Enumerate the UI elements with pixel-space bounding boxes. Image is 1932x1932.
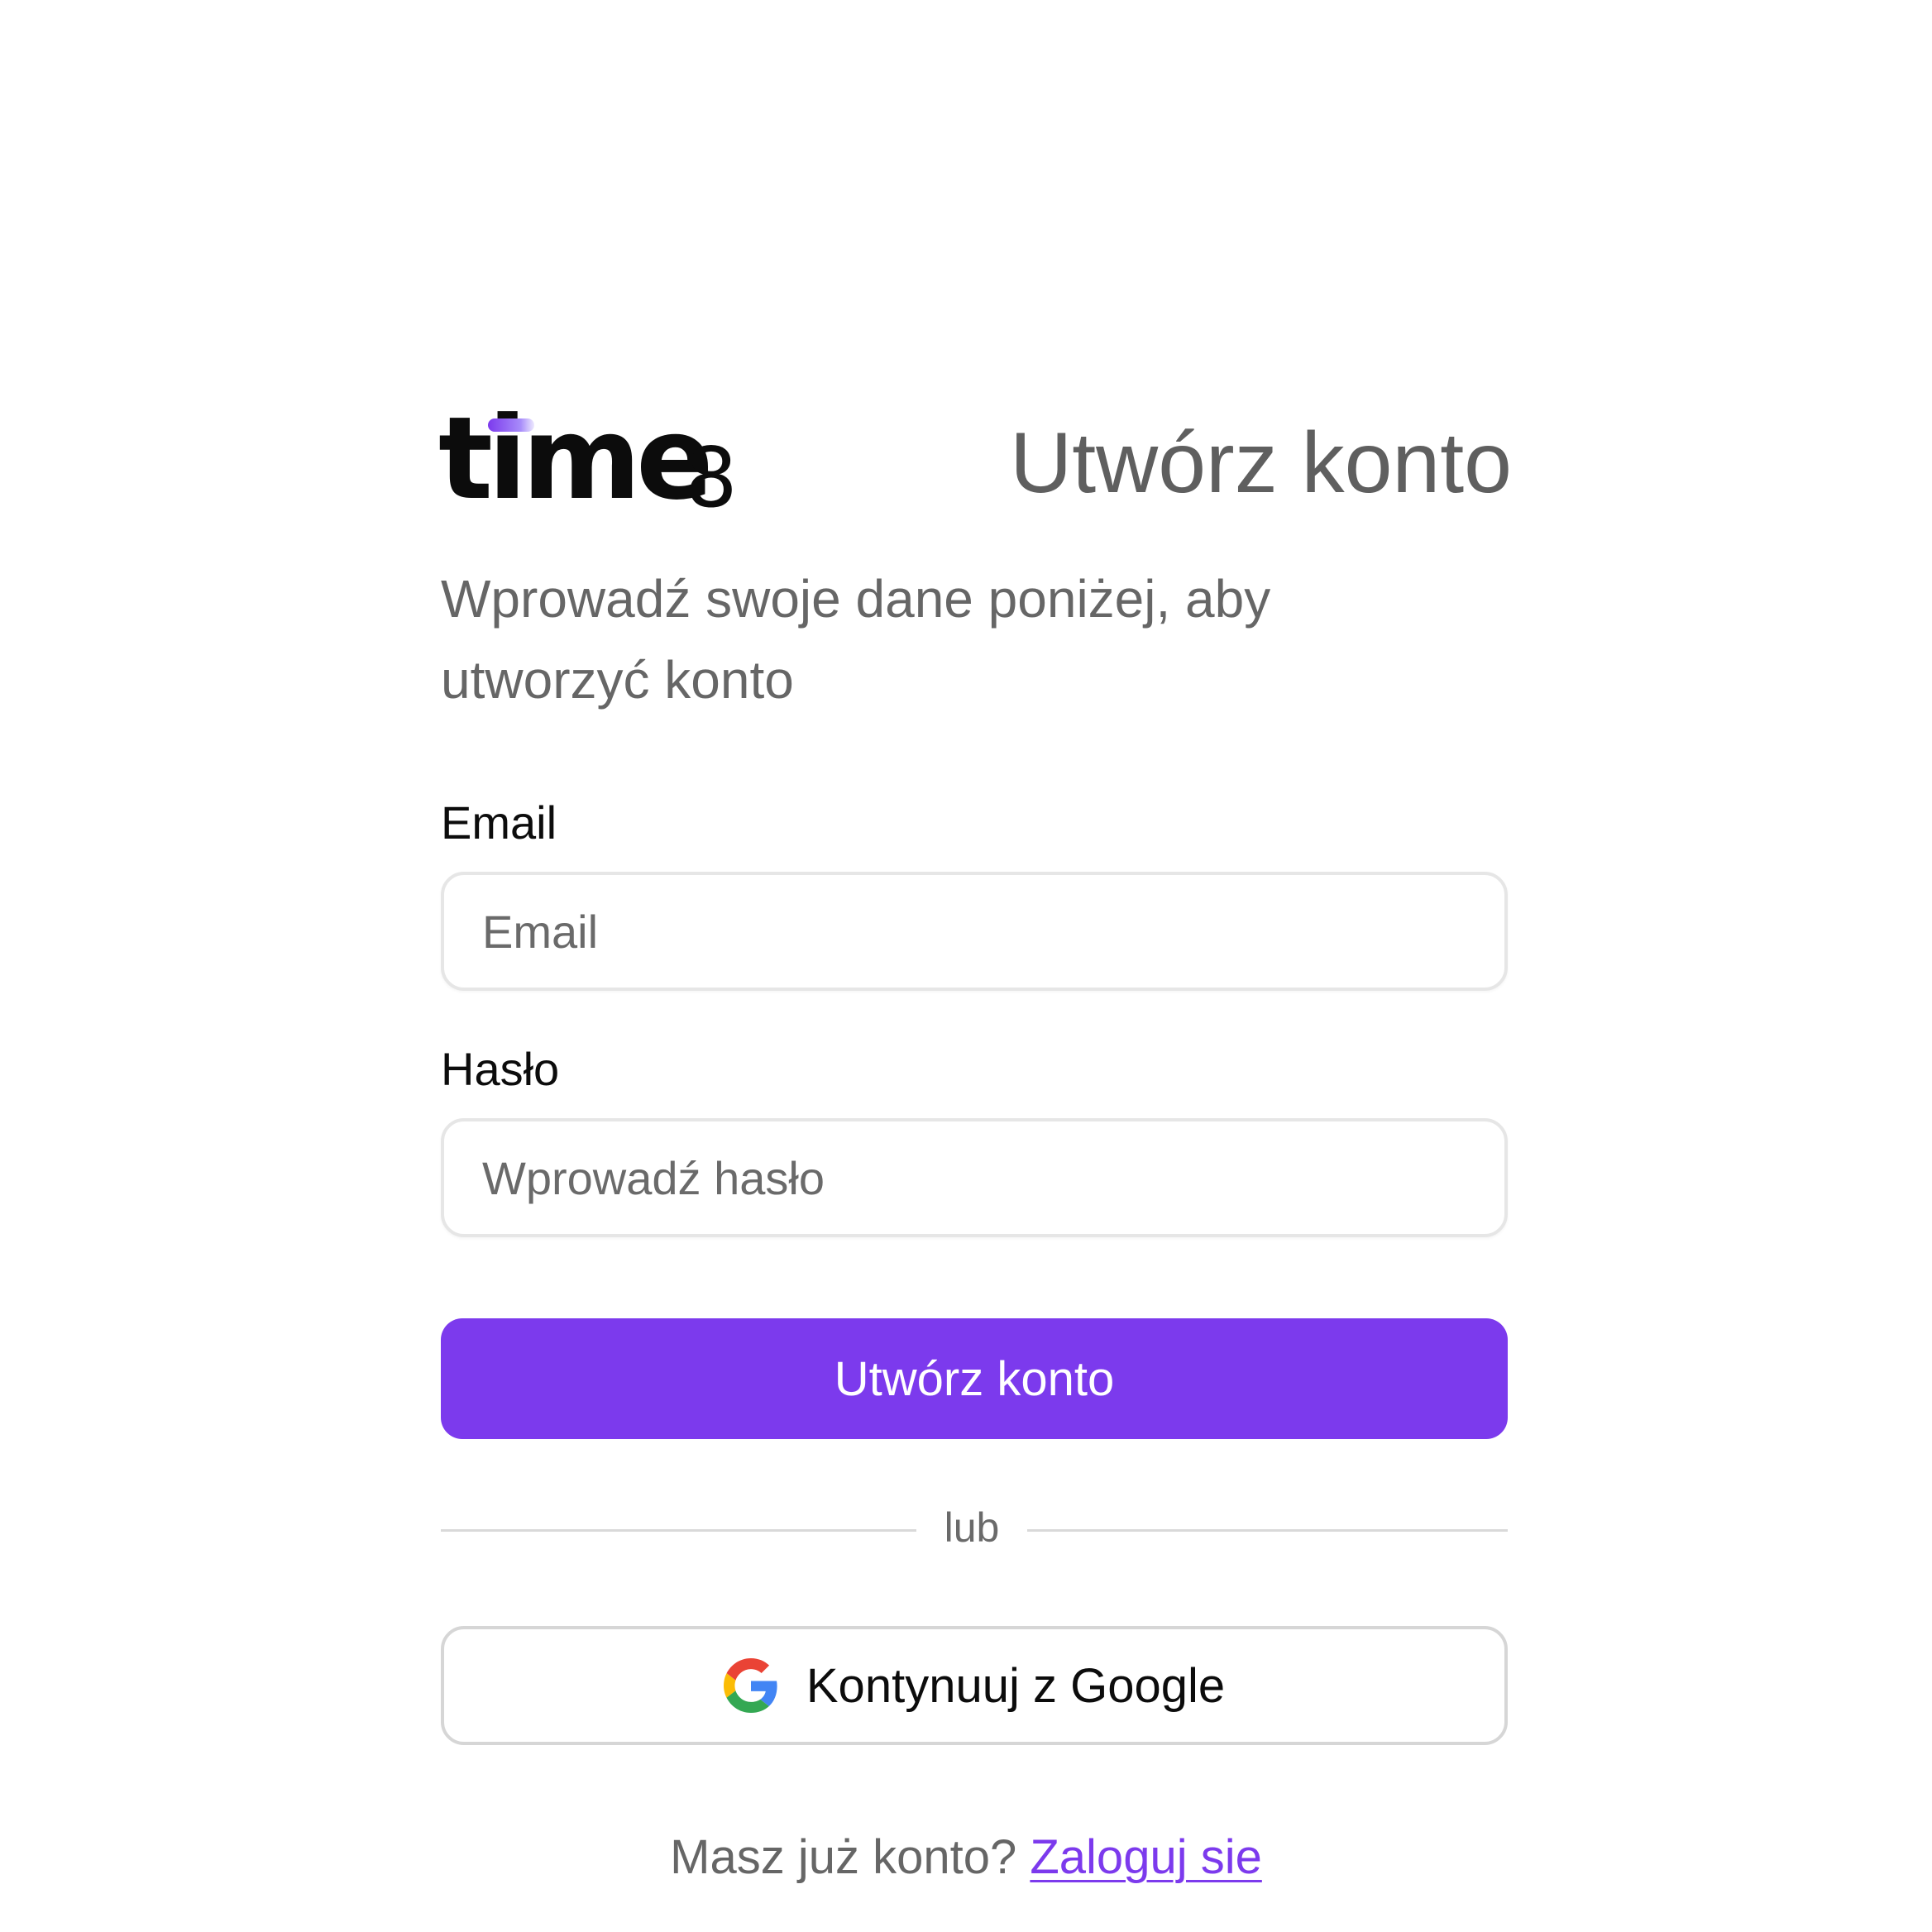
page-subtitle: Wprowadź swoje dane poniżej, aby utworzy…	[441, 569, 1271, 710]
divider-line-right	[1027, 1529, 1508, 1532]
email-label: Email	[441, 796, 557, 849]
password-label: Hasło	[441, 1043, 560, 1095]
divider-text: lub	[944, 1504, 1000, 1551]
logo-suffix: 8	[685, 429, 738, 526]
brand-logo: time 8	[438, 392, 753, 525]
google-signin-button[interactable]: Kontynuuj z Google	[441, 1626, 1508, 1745]
signup-page: time 8 Utwórz konto Wprowadź swoje dane …	[0, 0, 1932, 1932]
login-prompt: Masz już konto? Zaloguj sie	[0, 1829, 1932, 1885]
create-account-button[interactable]: Utwórz konto	[441, 1318, 1508, 1439]
divider-line-left	[441, 1529, 916, 1532]
email-input[interactable]	[441, 872, 1508, 991]
google-button-label: Kontynuuj z Google	[806, 1658, 1226, 1713]
page-title: Utwórz konto	[1010, 415, 1512, 511]
password-input[interactable]	[441, 1118, 1508, 1237]
logo-wordmark: time	[438, 392, 714, 525]
google-g-icon	[723, 1658, 778, 1713]
logo-accent-bar	[488, 418, 534, 432]
login-prompt-text: Masz już konto?	[670, 1830, 1017, 1884]
login-link[interactable]: Zaloguj sie	[1030, 1830, 1261, 1884]
